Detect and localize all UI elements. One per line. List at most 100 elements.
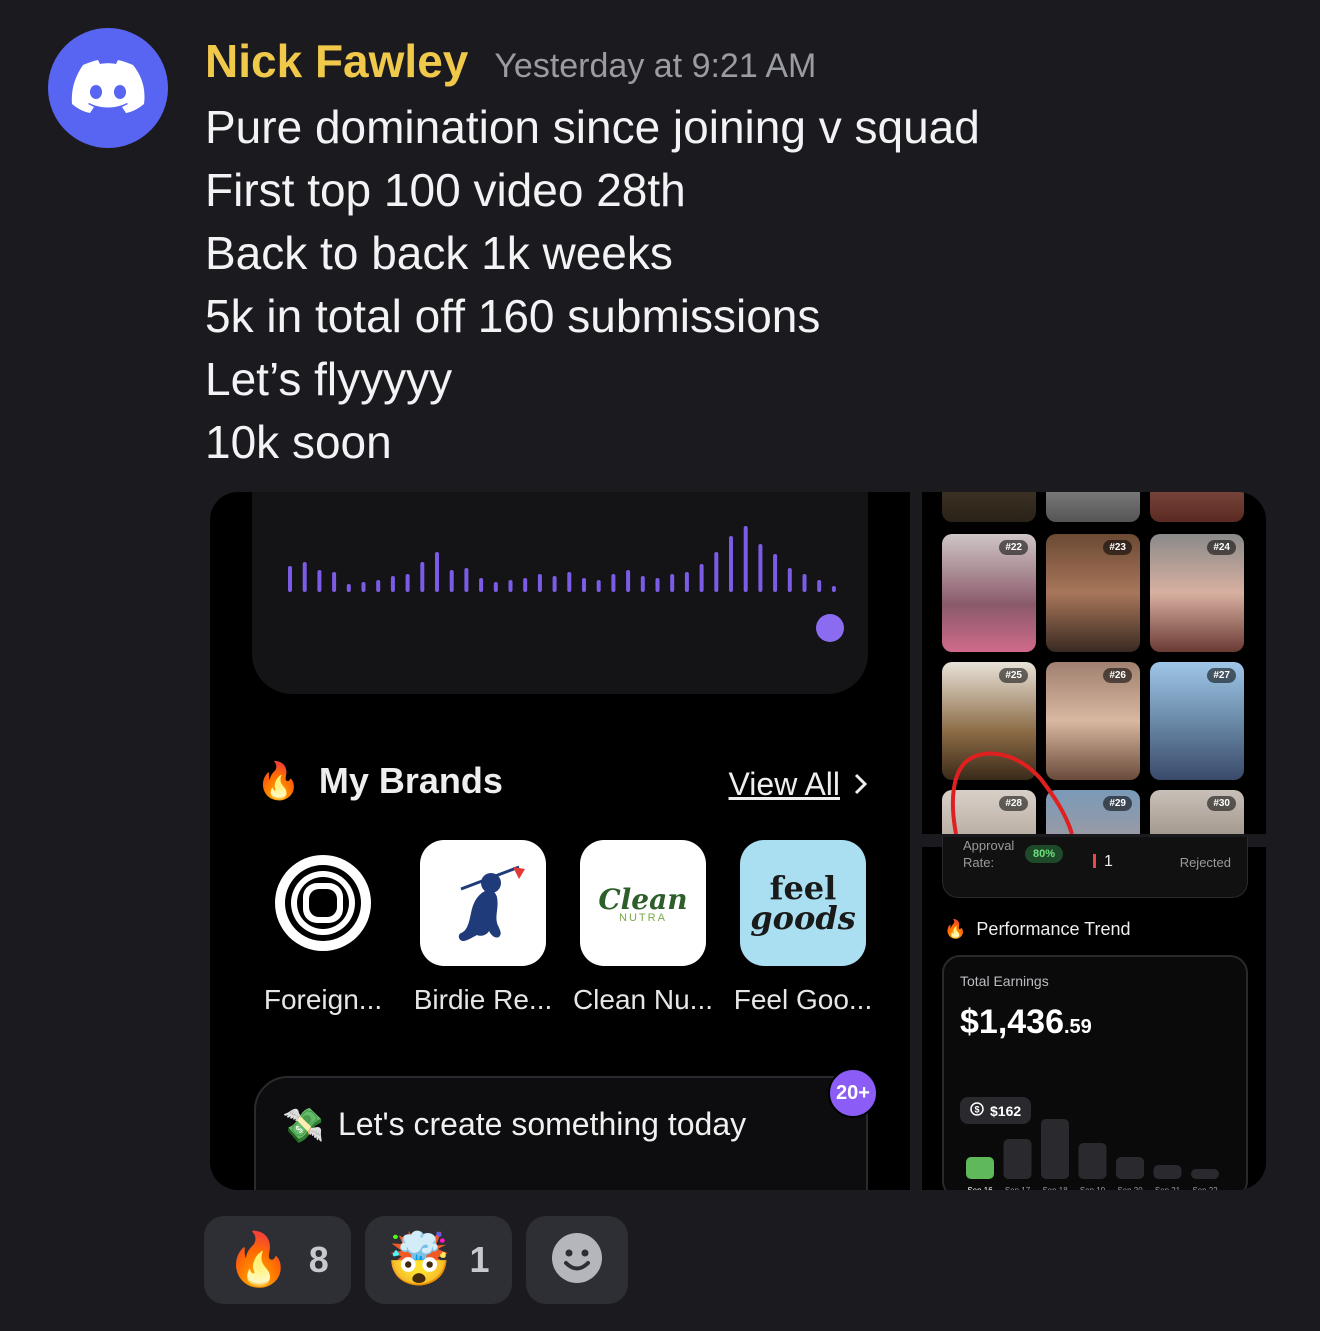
chart-bar (1153, 1165, 1182, 1179)
waveform-bar (420, 562, 425, 592)
approval-label: Approval Rate: (963, 837, 1014, 871)
video-thumbnail[interactable]: #22 (942, 534, 1036, 652)
chart-day-label: Sep 20 (1117, 1186, 1143, 1190)
video-thumbnail[interactable]: #24 (1150, 534, 1244, 652)
video-thumbnail[interactable] (1046, 492, 1140, 522)
chart-day-label: Sep 19 (1080, 1186, 1106, 1190)
waveform-bar (567, 572, 572, 592)
chart-bar (1041, 1119, 1069, 1179)
waveform-bar (802, 574, 807, 592)
coin-icon: $ (970, 1102, 984, 1119)
nutra-logo-text: NUTRA (619, 911, 667, 924)
video-thumbnail[interactable]: #23 (1046, 534, 1140, 652)
earnings-main: $1,436 (960, 1003, 1064, 1041)
waveform-bar (640, 576, 645, 592)
author-name[interactable]: Nick Fawley (205, 34, 468, 88)
reaction-mind-blown[interactable]: 🤯 1 (364, 1216, 512, 1304)
add-reaction-button[interactable] (525, 1216, 628, 1304)
waveform-bar (390, 576, 395, 592)
waveform-bar (317, 570, 322, 592)
chart-bar (1191, 1169, 1219, 1179)
brand-name: Feel Goo... (733, 984, 873, 1015)
fire-icon: 🔥 (256, 760, 301, 801)
waveform-bar (332, 572, 337, 592)
exploding-head-icon: 🤯 (386, 1231, 452, 1289)
chevron-right-icon (854, 766, 868, 803)
video-thumbnail[interactable]: #27 (1150, 662, 1244, 780)
waveform-bar (552, 576, 557, 592)
feel-goods-logo-icon[interactable]: feel goods (740, 840, 866, 966)
attachment-image-left[interactable]: 🔥 My Brands View All Clean NUTRA feel go… (210, 492, 910, 1190)
video-rank-badge: #28 (999, 796, 1028, 811)
chart-bar (1116, 1157, 1144, 1179)
message-line: 10k soon (205, 416, 392, 468)
chart-bar (1078, 1143, 1107, 1179)
chart-day-label: Sep 16 (967, 1186, 993, 1190)
brands-title: My Brands (318, 760, 503, 801)
reactions-bar: 🔥 8 🤯 1 (204, 1216, 628, 1304)
rejected-count: 1 (1093, 853, 1113, 871)
waveform-bar (288, 566, 292, 592)
waveform-bar (493, 582, 498, 592)
earnings-value: $1,436.59 (960, 1003, 1092, 1042)
view-all-label: View All (728, 766, 840, 802)
video-grid: #22 #23 #24 #25 #26 #27 #28 #29 #30 (922, 492, 1266, 834)
message-content: Pure domination since joining v squad Fi… (205, 96, 980, 474)
video-thumbnail[interactable] (1150, 492, 1244, 522)
video-thumbnail[interactable]: #30 (1150, 790, 1244, 834)
fire-icon: 🔥 (226, 1231, 291, 1289)
video-rank-badge: #27 (1207, 668, 1236, 683)
smiley-face-icon (551, 1232, 603, 1289)
notification-badge: 20+ (828, 1068, 878, 1118)
waveform-bar (596, 580, 601, 592)
avatar[interactable] (48, 28, 168, 148)
money-with-wings-icon: 💸 (282, 1107, 325, 1145)
waveform-bar (655, 578, 660, 592)
waveform-bar (464, 568, 469, 592)
waveform-bar (626, 570, 631, 592)
waveform-bar (405, 574, 410, 592)
create-prompt: Let's create something today (338, 1106, 747, 1142)
waveform-bar (508, 580, 513, 592)
discord-logo-icon (71, 60, 145, 113)
waveform-bar (817, 580, 822, 592)
attachment-image-right[interactable]: #22 #23 #24 #25 #26 #27 #28 #29 #30 Appr… (922, 492, 1266, 1190)
rejected-bar (1093, 854, 1096, 868)
waveform-bar (743, 526, 748, 592)
message-line: Pure domination since joining v squad (205, 101, 980, 153)
waveform-bar (361, 582, 366, 592)
waveform-bar (582, 578, 586, 592)
video-thumbnail[interactable]: #28 (942, 790, 1036, 834)
waveform-bar (611, 574, 616, 592)
earnings-card: Total Earnings $1,436.59 Sep 16 Sep 17 Sep… (942, 955, 1248, 1190)
message-line: First top 100 video 28th (205, 164, 686, 216)
video-thumbnail[interactable]: #26 (1046, 662, 1140, 780)
video-thumbnail[interactable]: #25 (942, 662, 1036, 780)
create-card[interactable]: 💸 Let's create something today (254, 1076, 868, 1190)
video-thumbnail[interactable]: #29 (1046, 790, 1140, 834)
chart-day-label: Sep 17 (1005, 1186, 1031, 1190)
foreign-logo-icon[interactable] (260, 840, 386, 966)
reaction-fire[interactable]: 🔥 8 (204, 1216, 351, 1304)
rejected-count-value: 1 (1104, 853, 1113, 870)
chart-day-label: Sep 18 (1042, 1186, 1068, 1190)
chart-tooltip: $ $162 (960, 1097, 1032, 1124)
goods-logo-text: goods (750, 899, 856, 937)
svg-text:$: $ (974, 1105, 979, 1115)
waveform-bar (831, 586, 836, 592)
view-all-link[interactable]: View All (729, 766, 868, 803)
video-thumbnail[interactable] (942, 492, 1036, 522)
stats-panel: Approval Rate: 80% 1 Rejected 🔥 Performa… (922, 837, 1266, 1190)
earnings-cents: .59 (1064, 1016, 1092, 1038)
waveform-bar (302, 562, 307, 592)
approval-card: Approval Rate: 80% 1 Rejected (942, 837, 1248, 898)
approval-label-line: Rate: (963, 855, 995, 870)
message-line: 5k in total off 160 submissions (205, 290, 821, 342)
waveform-bar (787, 568, 792, 592)
earnings-label: Total Earnings (960, 973, 1049, 989)
clean-nutra-logo-icon[interactable]: Clean NUTRA (580, 840, 706, 966)
reaction-count: 8 (308, 1239, 329, 1280)
birdie-dog-logo-icon[interactable] (420, 840, 546, 966)
waveform-bar (376, 580, 381, 592)
waveform-bar (435, 552, 439, 592)
